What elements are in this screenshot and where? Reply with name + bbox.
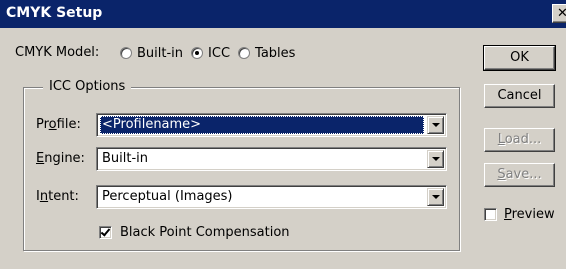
save-button-mnemonic: S — [497, 167, 506, 182]
profile-dropdown-arrow-icon[interactable] — [427, 116, 444, 134]
radio-built-in-circle[interactable] — [120, 47, 132, 59]
radio-built-in-label: Built-in — [137, 45, 184, 61]
preview-label[interactable]: Preview — [504, 207, 555, 223]
profile-label-pre: Pr — [36, 117, 49, 132]
radio-built-in[interactable]: Built-in — [120, 46, 183, 61]
title-bar[interactable]: CMYK Setup ✕ — [0, 0, 566, 28]
cmyk-model-label: CMYK Model: — [15, 45, 100, 60]
profile-select[interactable]: <Profilename> — [96, 113, 447, 137]
radio-tables-circle[interactable] — [238, 47, 251, 59]
engine-label-post: ngine: — [44, 151, 85, 166]
radio-icc-label: ICC — [208, 45, 231, 61]
profile-label: Profile: — [36, 117, 81, 133]
preview-checkbox[interactable] — [484, 208, 497, 221]
intent-select[interactable]: Perceptual (Images) — [96, 185, 447, 209]
black-point-compensation-checkbox[interactable] — [99, 226, 112, 239]
engine-label-mnemonic: E — [36, 151, 45, 166]
load-button-mnemonic: L — [497, 132, 505, 147]
radio-icc-circle[interactable] — [191, 47, 204, 59]
save-button[interactable]: Save... — [484, 163, 555, 187]
profile-label-mnemonic: o — [48, 117, 57, 132]
intent-label-mnemonic: n — [39, 189, 49, 204]
profile-select-value: <Profilename> — [100, 116, 424, 134]
close-button[interactable]: ✕ — [552, 4, 566, 23]
black-point-compensation-label[interactable]: Black Point Compensation — [120, 225, 290, 241]
intent-label: Intent: — [36, 189, 79, 205]
radio-tables-label: Tables — [255, 45, 296, 61]
preview-label-rest: review — [511, 207, 555, 222]
cancel-button[interactable]: Cancel — [484, 84, 555, 108]
radio-tables[interactable]: Tables — [238, 46, 295, 61]
profile-label-post: file: — [56, 117, 81, 132]
save-button-label: ave... — [505, 167, 542, 182]
cmyk-model-radio-group: Built-in ICC Tables — [120, 45, 303, 61]
window-title: CMYK Setup — [6, 5, 103, 21]
engine-select-value: Built-in — [102, 151, 149, 166]
close-icon: ✕ — [557, 6, 566, 21]
engine-select[interactable]: Built-in — [96, 147, 447, 171]
load-button[interactable]: Load... — [484, 128, 555, 152]
radio-icc[interactable]: ICC — [191, 46, 230, 61]
cmyk-setup-dialog: CMYK Setup ✕ CMYK Model: Built-in ICC Ta… — [0, 0, 566, 269]
icc-options-title: ICC Options — [43, 79, 132, 95]
intent-label-post: tent: — [48, 189, 79, 204]
engine-label: Engine: — [36, 151, 85, 167]
ok-button[interactable]: OK — [483, 45, 556, 71]
intent-dropdown-arrow-icon[interactable] — [427, 188, 444, 206]
preview-label-mnemonic: P — [504, 207, 512, 222]
engine-dropdown-arrow-icon[interactable] — [427, 150, 444, 168]
intent-select-value: Perceptual (Images) — [102, 189, 233, 204]
load-button-label: oad... — [504, 132, 542, 147]
